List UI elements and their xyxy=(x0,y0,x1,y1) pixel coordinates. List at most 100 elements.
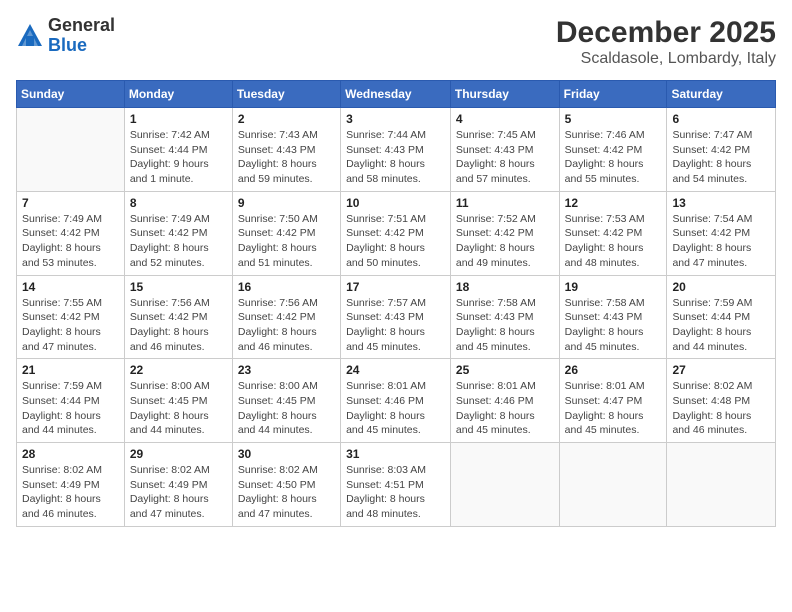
day-info: Sunrise: 7:49 AM Sunset: 4:42 PM Dayligh… xyxy=(130,212,227,271)
calendar-cell: 31 Sunrise: 8:03 AM Sunset: 4:51 PM Dayli… xyxy=(341,443,451,527)
day-number: 27 xyxy=(672,363,770,377)
calendar-cell: 30Sunrise: 8:02 AM Sunset: 4:50 PM Dayli… xyxy=(232,443,340,527)
calendar-cell: 21Sunrise: 7:59 AM Sunset: 4:44 PM Dayli… xyxy=(17,359,125,443)
weekday-header: Thursday xyxy=(450,81,559,108)
day-number: 20 xyxy=(672,280,770,294)
calendar-cell: 13 Sunrise: 7:54 AM Sunset: 4:42 PM Dayli… xyxy=(667,191,776,275)
calendar-cell: 15 Sunrise: 7:56 AM Sunset: 4:42 PM Dayli… xyxy=(124,275,232,359)
calendar-cell xyxy=(667,443,776,527)
calendar-cell: 10 Sunrise: 7:51 AM Sunset: 4:42 PM Dayli… xyxy=(341,191,451,275)
calendar-cell: 7Sunrise: 7:49 AM Sunset: 4:42 PM Daylig… xyxy=(17,191,125,275)
calendar-cell: 5 Sunrise: 7:46 AM Sunset: 4:42 PM Daylig… xyxy=(559,108,667,192)
weekday-header: Sunday xyxy=(17,81,125,108)
logo-blue: Blue xyxy=(48,36,115,56)
day-info: Sunrise: 7:59 AM Sunset: 4:44 PM Dayligh… xyxy=(672,296,770,355)
calendar-cell: 24Sunrise: 8:01 AM Sunset: 4:46 PM Dayli… xyxy=(341,359,451,443)
calendar-cell: 18 Sunrise: 7:58 AM Sunset: 4:43 PM Dayli… xyxy=(450,275,559,359)
calendar-cell: 22 Sunrise: 8:00 AM Sunset: 4:45 PM Dayli… xyxy=(124,359,232,443)
calendar-cell: 27 Sunrise: 8:02 AM Sunset: 4:48 PM Dayli… xyxy=(667,359,776,443)
day-info: Sunrise: 7:50 AM Sunset: 4:42 PM Dayligh… xyxy=(238,212,335,271)
day-number: 17 xyxy=(346,280,445,294)
day-number: 15 xyxy=(130,280,227,294)
calendar-cell: 1 Sunrise: 7:42 AM Sunset: 4:44 PM Daylig… xyxy=(124,108,232,192)
day-number: 22 xyxy=(130,363,227,377)
logo: General Blue xyxy=(16,16,115,56)
day-info: Sunrise: 7:45 AM Sunset: 4:43 PM Dayligh… xyxy=(456,128,554,187)
calendar-week-row: 7 Sunrise: 7:49 AM Sunset: 4:42 PM Daylig… xyxy=(17,191,776,275)
day-info: Sunrise: 7:42 AM Sunset: 4:44 PM Dayligh… xyxy=(130,128,227,187)
day-number: 7 xyxy=(22,196,119,210)
calendar-cell xyxy=(559,443,667,527)
calendar-cell: 28Sunrise: 8:02 AM Sunset: 4:49 PM Dayli… xyxy=(17,443,125,527)
day-info: Sunrise: 8:01 AM Sunset: 4:46 PM Dayligh… xyxy=(346,379,445,438)
day-info: Sunrise: 7:43 AM Sunset: 4:43 PM Dayligh… xyxy=(238,128,335,187)
calendar-cell: 25 Sunrise: 8:01 AM Sunset: 4:46 PM Dayli… xyxy=(450,359,559,443)
day-number: 13 xyxy=(672,196,770,210)
day-number: 4 xyxy=(456,112,554,126)
day-info: Sunrise: 8:01 AM Sunset: 4:47 PM Dayligh… xyxy=(565,379,662,438)
day-number: 6 xyxy=(672,112,770,126)
header: General Blue December 2025 Scaldasole, L… xyxy=(16,16,776,68)
calendar-cell: 6 Sunrise: 7:47 AM Sunset: 4:42 PM Daylig… xyxy=(667,108,776,192)
day-number: 12 xyxy=(565,196,662,210)
calendar-week-row: 28Sunrise: 8:02 AM Sunset: 4:49 PM Dayli… xyxy=(17,443,776,527)
calendar-cell xyxy=(450,443,559,527)
day-number: 9 xyxy=(238,196,335,210)
calendar-cell: 9 Sunrise: 7:50 AM Sunset: 4:42 PM Daylig… xyxy=(232,191,340,275)
day-info: Sunrise: 7:44 AM Sunset: 4:43 PM Dayligh… xyxy=(346,128,445,187)
day-number: 3 xyxy=(346,112,445,126)
weekday-header: Saturday xyxy=(667,81,776,108)
calendar-cell: 23Sunrise: 8:00 AM Sunset: 4:45 PM Dayli… xyxy=(232,359,340,443)
day-number: 5 xyxy=(565,112,662,126)
calendar-cell: 14Sunrise: 7:55 AM Sunset: 4:42 PM Dayli… xyxy=(17,275,125,359)
day-info: Sunrise: 8:02 AM Sunset: 4:49 PM Dayligh… xyxy=(130,463,227,522)
logo-icon xyxy=(16,22,44,50)
day-number: 26 xyxy=(565,363,662,377)
month-title: December 2025 xyxy=(556,16,776,50)
day-number: 1 xyxy=(130,112,227,126)
calendar-cell: 4 Sunrise: 7:45 AM Sunset: 4:43 PM Daylig… xyxy=(450,108,559,192)
weekday-header: Wednesday xyxy=(341,81,451,108)
day-info: Sunrise: 7:57 AM Sunset: 4:43 PM Dayligh… xyxy=(346,296,445,355)
calendar-cell: 20 Sunrise: 7:59 AM Sunset: 4:44 PM Dayli… xyxy=(667,275,776,359)
day-info: Sunrise: 8:00 AM Sunset: 4:45 PM Dayligh… xyxy=(130,379,227,438)
day-info: Sunrise: 7:47 AM Sunset: 4:42 PM Dayligh… xyxy=(672,128,770,187)
day-number: 8 xyxy=(130,196,227,210)
day-info: Sunrise: 8:01 AM Sunset: 4:46 PM Dayligh… xyxy=(456,379,554,438)
calendar-cell: 16Sunrise: 7:56 AM Sunset: 4:42 PM Dayli… xyxy=(232,275,340,359)
day-info: Sunrise: 7:56 AM Sunset: 4:42 PM Dayligh… xyxy=(130,296,227,355)
day-info: Sunrise: 7:54 AM Sunset: 4:42 PM Dayligh… xyxy=(672,212,770,271)
day-number: 11 xyxy=(456,196,554,210)
calendar-week-row: 21Sunrise: 7:59 AM Sunset: 4:44 PM Dayli… xyxy=(17,359,776,443)
day-info: Sunrise: 8:02 AM Sunset: 4:50 PM Dayligh… xyxy=(238,463,335,522)
weekday-header: Monday xyxy=(124,81,232,108)
day-info: Sunrise: 7:52 AM Sunset: 4:42 PM Dayligh… xyxy=(456,212,554,271)
day-number: 10 xyxy=(346,196,445,210)
day-number: 18 xyxy=(456,280,554,294)
calendar-cell: 17 Sunrise: 7:57 AM Sunset: 4:43 PM Dayli… xyxy=(341,275,451,359)
day-number: 29 xyxy=(130,447,227,461)
title-area: December 2025 Scaldasole, Lombardy, Ital… xyxy=(556,16,776,68)
calendar-cell: 26 Sunrise: 8:01 AM Sunset: 4:47 PM Dayli… xyxy=(559,359,667,443)
day-info: Sunrise: 7:46 AM Sunset: 4:42 PM Dayligh… xyxy=(565,128,662,187)
day-info: Sunrise: 7:58 AM Sunset: 4:43 PM Dayligh… xyxy=(565,296,662,355)
day-info: Sunrise: 7:51 AM Sunset: 4:42 PM Dayligh… xyxy=(346,212,445,271)
calendar-cell: 19Sunrise: 7:58 AM Sunset: 4:43 PM Dayli… xyxy=(559,275,667,359)
day-info: Sunrise: 8:02 AM Sunset: 4:48 PM Dayligh… xyxy=(672,379,770,438)
calendar-week-row: 14Sunrise: 7:55 AM Sunset: 4:42 PM Dayli… xyxy=(17,275,776,359)
calendar-week-row: 1 Sunrise: 7:42 AM Sunset: 4:44 PM Daylig… xyxy=(17,108,776,192)
logo-text: General Blue xyxy=(48,16,115,56)
calendar: SundayMondayTuesdayWednesdayThursdayFrid… xyxy=(16,80,776,527)
day-number: 31 xyxy=(346,447,445,461)
logo-general: General xyxy=(48,16,115,36)
day-info: Sunrise: 7:55 AM Sunset: 4:42 PM Dayligh… xyxy=(22,296,119,355)
day-info: Sunrise: 7:53 AM Sunset: 4:42 PM Dayligh… xyxy=(565,212,662,271)
weekday-header: Tuesday xyxy=(232,81,340,108)
day-info: Sunrise: 8:03 AM Sunset: 4:51 PM Dayligh… xyxy=(346,463,445,522)
day-number: 25 xyxy=(456,363,554,377)
calendar-cell: 12 Sunrise: 7:53 AM Sunset: 4:42 PM Dayli… xyxy=(559,191,667,275)
day-info: Sunrise: 7:56 AM Sunset: 4:42 PM Dayligh… xyxy=(238,296,335,355)
day-info: Sunrise: 7:58 AM Sunset: 4:43 PM Dayligh… xyxy=(456,296,554,355)
calendar-cell: 3 Sunrise: 7:44 AM Sunset: 4:43 PM Daylig… xyxy=(341,108,451,192)
location-title: Scaldasole, Lombardy, Italy xyxy=(556,50,776,68)
